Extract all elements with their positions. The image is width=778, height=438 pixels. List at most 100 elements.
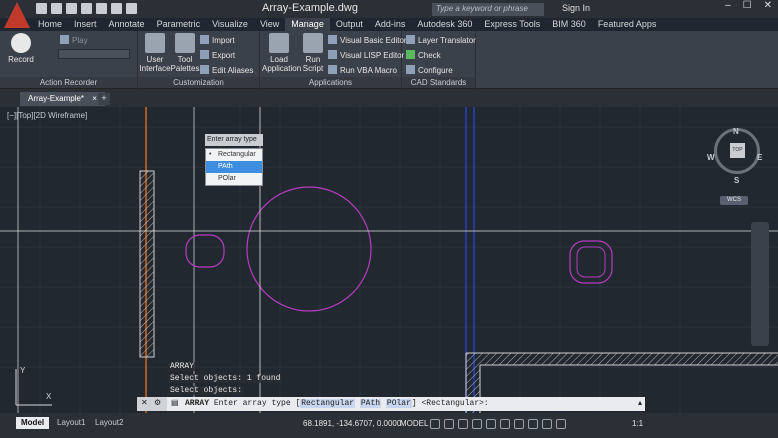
export-button[interactable]: Export: [200, 50, 235, 60]
document-tab-bar: Array-Example* × +: [0, 89, 778, 107]
search-input[interactable]: Type a keyword or phrase: [432, 3, 544, 16]
transparency-icon[interactable]: [528, 419, 538, 429]
status-bar: Model Layout1 Layout2 68.1891, -134.6707…: [0, 413, 778, 438]
ribbon-tab-featured-apps[interactable]: Featured Apps: [592, 18, 663, 31]
ucs-y-label: Y: [20, 366, 26, 375]
ribbon-tab-autodesk-360[interactable]: Autodesk 360: [411, 18, 478, 31]
load-application-button[interactable]: Load Application: [262, 33, 301, 73]
close-command-line-icon[interactable]: ✕: [141, 398, 148, 407]
panel-title-customization: Customization: [138, 77, 259, 88]
lineweight-icon[interactable]: [514, 419, 524, 429]
run-vba-macro-button[interactable]: Run VBA Macro: [328, 65, 397, 75]
layout-tab-model[interactable]: Model: [16, 417, 50, 429]
user-interface-button[interactable]: User Interface: [138, 33, 172, 73]
model-space-toggle[interactable]: MODEL: [400, 419, 428, 428]
ribbon-tab-view[interactable]: View: [254, 18, 285, 31]
ribbon-tab-add-ins[interactable]: Add-ins: [369, 18, 412, 31]
panel-title-applications[interactable]: Applications: [260, 77, 401, 88]
navigation-bar[interactable]: [751, 222, 769, 346]
layer-translator-button[interactable]: Layer Translator: [406, 35, 476, 45]
run-script-icon: [303, 33, 323, 53]
ribbon-tab-bar: Home Insert Annotate Parametric Visualize Vie…: [32, 18, 662, 31]
close-tab-icon[interactable]: ×: [92, 94, 97, 103]
snap-icon[interactable]: [444, 419, 454, 429]
circle[interactable]: [246, 186, 372, 312]
polar-icon[interactable]: [472, 419, 482, 429]
compass-south[interactable]: S: [734, 176, 739, 185]
drawing-canvas[interactable]: Y X: [0, 107, 778, 413]
sign-in-button[interactable]: Sign In: [562, 3, 590, 13]
selection-cycling-icon[interactable]: [542, 419, 552, 429]
osnap-icon[interactable]: [486, 419, 496, 429]
grid: [0, 107, 778, 413]
lisp-editor-icon: [328, 50, 337, 59]
panel-applications: Load Application Run Script Visual Basic…: [260, 31, 407, 89]
menu-item-polar[interactable]: POlar: [206, 173, 262, 185]
menu-item-path[interactable]: PAth: [206, 161, 262, 173]
command-line[interactable]: ✕ ⚙ ▤ ARRAY Enter array type [Rectangula…: [137, 397, 645, 411]
layout-tab-layout1[interactable]: Layout1: [52, 417, 90, 429]
keyword-path[interactable]: PAth: [359, 399, 382, 408]
ribbon-tab-manage[interactable]: Manage: [285, 18, 330, 31]
view-cube-top[interactable]: TOP: [730, 143, 745, 158]
close-icon[interactable]: ✕: [764, 0, 772, 11]
tool-palettes-button[interactable]: Tool Palettes: [168, 33, 202, 73]
ribbon-tab-insert[interactable]: Insert: [68, 18, 103, 31]
chair-object[interactable]: [185, 234, 225, 268]
play-icon: [60, 35, 69, 44]
keyword-polar[interactable]: POlar: [385, 399, 412, 408]
panel-cad-standards: Layer Translator Check Configure CAD Sta…: [402, 31, 476, 89]
new-tab-button[interactable]: +: [98, 93, 110, 105]
lisp-editor-button[interactable]: Visual LISP Editor: [328, 50, 404, 60]
menu-item-rectangular[interactable]: Rectangular: [206, 149, 262, 161]
run-script-button[interactable]: Run Script: [296, 33, 330, 73]
grid-icon[interactable]: [430, 419, 440, 429]
record-icon: [11, 33, 31, 53]
vba-editor-icon: [328, 35, 337, 44]
window-controls: – ☐ ✕: [725, 0, 772, 11]
otrack-icon[interactable]: [500, 419, 510, 429]
export-icon: [200, 50, 209, 59]
annotation-icon[interactable]: [556, 419, 566, 429]
compass-west[interactable]: W: [707, 153, 715, 162]
hatched-column[interactable]: [139, 170, 155, 358]
ribbon-tab-output[interactable]: Output: [330, 18, 369, 31]
layer-translator-icon: [406, 35, 415, 44]
panel-title-action-recorder[interactable]: Action Recorder: [0, 77, 137, 88]
panel-customization: User Interface Tool Palettes Import Expo…: [138, 31, 260, 89]
macro-select[interactable]: [58, 49, 130, 59]
check-button[interactable]: Check: [406, 50, 441, 60]
minimize-icon[interactable]: –: [725, 0, 731, 11]
ribbon-tab-parametric[interactable]: Parametric: [151, 18, 207, 31]
compass-east[interactable]: E: [757, 153, 762, 162]
edit-aliases-button[interactable]: Edit Aliases: [200, 65, 253, 75]
ribbon-tab-bim-360[interactable]: BIM 360: [546, 18, 592, 31]
customize-icon[interactable]: ⚙: [154, 398, 161, 407]
keyword-rectangular[interactable]: Rectangular: [300, 399, 356, 408]
record-button[interactable]: Record: [4, 33, 38, 64]
layout-tab-layout2[interactable]: Layout2: [90, 417, 128, 429]
vba-editor-button[interactable]: Visual Basic Editor: [328, 35, 407, 45]
document-tab[interactable]: Array-Example* ×: [20, 92, 105, 106]
maximize-icon[interactable]: ☐: [743, 0, 752, 11]
drawing-viewport[interactable]: Y X [−][Top][2D Wireframe]: [0, 107, 778, 413]
ribbon-tab-visualize[interactable]: Visualize: [206, 18, 254, 31]
configure-button[interactable]: Configure: [406, 65, 453, 75]
viewport-controls[interactable]: [−][Top][2D Wireframe]: [7, 111, 87, 120]
ribbon-tab-annotate[interactable]: Annotate: [103, 18, 151, 31]
import-button[interactable]: Import: [200, 35, 235, 45]
play-button[interactable]: Play: [60, 35, 88, 45]
chair-seat: [576, 246, 606, 278]
panel-title-cad-standards: CAD Standards: [402, 77, 475, 88]
import-icon: [200, 35, 209, 44]
ribbon-tab-express-tools[interactable]: Express Tools: [478, 18, 546, 31]
array-type-menu: Rectangular PAth POlar: [205, 148, 263, 186]
ortho-icon[interactable]: [458, 419, 468, 429]
annotation-scale[interactable]: 1:1: [632, 419, 643, 428]
ribbon-tab-home[interactable]: Home: [32, 18, 68, 31]
compass-north[interactable]: N: [733, 127, 739, 136]
wcs-menu[interactable]: WCS: [720, 196, 748, 205]
coordinate-readout[interactable]: 68.1891, -134.6707, 0.0000: [303, 419, 401, 428]
command-history-line: ARRAY: [168, 362, 197, 371]
command-history-toggle-icon[interactable]: ▴: [638, 398, 642, 407]
